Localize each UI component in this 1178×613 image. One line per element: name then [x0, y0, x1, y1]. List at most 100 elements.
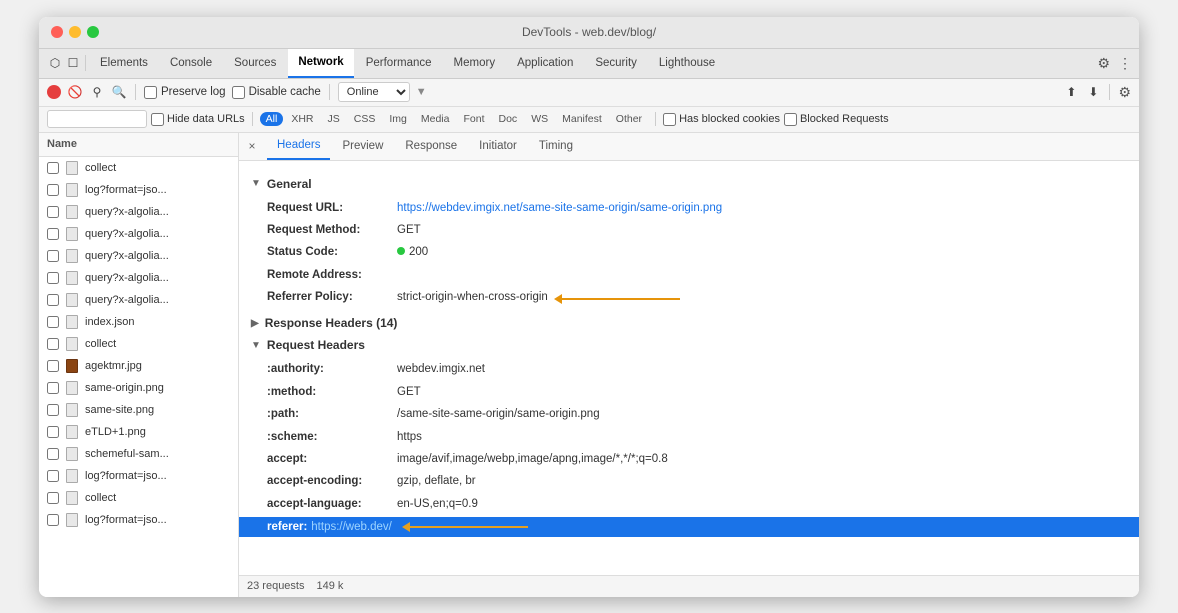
- tab-performance[interactable]: Performance: [356, 48, 442, 78]
- file-icon: [65, 491, 79, 505]
- tab-memory[interactable]: Memory: [444, 48, 506, 78]
- list-item[interactable]: query?x-algolia...: [39, 223, 238, 245]
- list-item[interactable]: log?format=jso...: [39, 465, 238, 487]
- tab-elements[interactable]: Elements: [90, 48, 158, 78]
- list-item[interactable]: same-site.png: [39, 399, 238, 421]
- list-item[interactable]: log?format=jso...: [39, 509, 238, 531]
- item-checkbox[interactable]: [47, 404, 59, 416]
- filter-doc[interactable]: Doc: [493, 112, 524, 126]
- request-headers-section-header[interactable]: Request Headers: [251, 338, 1127, 352]
- list-item[interactable]: collect: [39, 333, 238, 355]
- filter-other[interactable]: Other: [610, 112, 648, 126]
- item-checkbox[interactable]: [47, 448, 59, 460]
- filter-css[interactable]: CSS: [348, 112, 382, 126]
- item-name: schemeful-sam...: [85, 448, 230, 460]
- tab-timing[interactable]: Timing: [529, 133, 583, 161]
- cursor-tool-button[interactable]: ⬡: [47, 55, 63, 71]
- hide-data-urls-checkbox[interactable]: Hide data URLs: [151, 113, 245, 126]
- filter-all[interactable]: All: [260, 112, 284, 126]
- list-item[interactable]: query?x-algolia...: [39, 245, 238, 267]
- tab-security[interactable]: Security: [585, 48, 647, 78]
- item-checkbox[interactable]: [47, 492, 59, 504]
- record-button[interactable]: [47, 85, 61, 99]
- list-item[interactable]: query?x-algolia...: [39, 267, 238, 289]
- preserve-log-checkbox[interactable]: Preserve log: [144, 86, 226, 99]
- tab-headers[interactable]: Headers: [267, 133, 330, 161]
- blocked-requests-checkbox[interactable]: Blocked Requests: [784, 113, 889, 126]
- item-checkbox[interactable]: [47, 316, 59, 328]
- close-detail-button[interactable]: ×: [243, 137, 261, 155]
- minimize-button[interactable]: [69, 26, 81, 38]
- file-icon: [65, 293, 79, 307]
- item-checkbox[interactable]: [47, 184, 59, 196]
- has-blocked-cookies-input[interactable]: [663, 113, 676, 126]
- item-checkbox[interactable]: [47, 426, 59, 438]
- list-item[interactable]: agektmr.jpg: [39, 355, 238, 377]
- referer-key: referer:: [267, 521, 307, 533]
- device-mode-button[interactable]: ☐: [65, 55, 81, 71]
- disable-cache-checkbox[interactable]: Disable cache: [232, 86, 321, 99]
- network-settings-icon[interactable]: ⚙: [1118, 84, 1131, 101]
- item-checkbox[interactable]: [47, 514, 59, 526]
- tab-preview[interactable]: Preview: [332, 133, 393, 161]
- item-checkbox[interactable]: [47, 250, 59, 262]
- path-value: /same-site-same-origin/same-origin.png: [397, 405, 600, 423]
- general-section-title: General: [267, 177, 312, 191]
- list-item[interactable]: collect: [39, 157, 238, 179]
- tab-console[interactable]: Console: [160, 48, 222, 78]
- item-name: index.json: [85, 316, 230, 328]
- filter-js[interactable]: JS: [322, 112, 346, 126]
- disable-cache-input[interactable]: [232, 86, 245, 99]
- filter-manifest[interactable]: Manifest: [556, 112, 608, 126]
- filter-button[interactable]: ⚲: [89, 84, 105, 100]
- hide-data-urls-input[interactable]: [151, 113, 164, 126]
- list-item[interactable]: collect: [39, 487, 238, 509]
- item-checkbox[interactable]: [47, 360, 59, 372]
- search-button[interactable]: 🔍: [111, 84, 127, 100]
- filter-img[interactable]: Img: [383, 112, 413, 126]
- list-item[interactable]: log?format=jso...: [39, 179, 238, 201]
- list-item[interactable]: query?x-algolia...: [39, 289, 238, 311]
- list-item[interactable]: index.json: [39, 311, 238, 333]
- filter-input[interactable]: [47, 110, 147, 128]
- tab-sources[interactable]: Sources: [224, 48, 286, 78]
- list-item[interactable]: same-origin.png: [39, 377, 238, 399]
- tab-lighthouse[interactable]: Lighthouse: [649, 48, 725, 78]
- list-item[interactable]: eTLD+1.png: [39, 421, 238, 443]
- tab-application[interactable]: Application: [507, 48, 583, 78]
- traffic-lights: [51, 26, 99, 38]
- response-headers-section-header[interactable]: Response Headers (14): [251, 316, 1127, 330]
- item-checkbox[interactable]: [47, 272, 59, 284]
- preserve-log-input[interactable]: [144, 86, 157, 99]
- item-checkbox[interactable]: [47, 338, 59, 350]
- filter-font[interactable]: Font: [457, 112, 490, 126]
- throttle-select[interactable]: Online Offline Slow 3G Fast 3G: [338, 82, 410, 102]
- blocked-requests-input[interactable]: [784, 113, 797, 126]
- list-item[interactable]: schemeful-sam...: [39, 443, 238, 465]
- import-button[interactable]: ⬆: [1063, 84, 1079, 100]
- item-checkbox[interactable]: [47, 162, 59, 174]
- maximize-button[interactable]: [87, 26, 99, 38]
- item-checkbox[interactable]: [47, 470, 59, 482]
- close-button[interactable]: [51, 26, 63, 38]
- tab-network[interactable]: Network: [288, 48, 353, 78]
- filter-xhr[interactable]: XHR: [285, 112, 319, 126]
- item-checkbox[interactable]: [47, 294, 59, 306]
- clear-button[interactable]: 🚫: [67, 84, 83, 100]
- export-button[interactable]: ⬇: [1085, 84, 1101, 100]
- authority-value: webdev.imgix.net: [397, 360, 485, 378]
- has-blocked-cookies-checkbox[interactable]: Has blocked cookies: [663, 113, 780, 126]
- filter-ws[interactable]: WS: [525, 112, 554, 126]
- tab-response[interactable]: Response: [395, 133, 467, 161]
- tab-initiator[interactable]: Initiator: [469, 133, 527, 161]
- filter-media[interactable]: Media: [415, 112, 456, 126]
- item-checkbox[interactable]: [47, 382, 59, 394]
- list-item[interactable]: query?x-algolia...: [39, 201, 238, 223]
- general-section-header[interactable]: General: [251, 177, 1127, 191]
- settings-icon[interactable]: ⚙: [1097, 55, 1110, 72]
- throttle-arrow-icon: ▼: [416, 86, 427, 98]
- authority-key: :authority:: [267, 360, 397, 378]
- more-menu-icon[interactable]: ⋮: [1118, 55, 1131, 72]
- item-checkbox[interactable]: [47, 206, 59, 218]
- item-checkbox[interactable]: [47, 228, 59, 240]
